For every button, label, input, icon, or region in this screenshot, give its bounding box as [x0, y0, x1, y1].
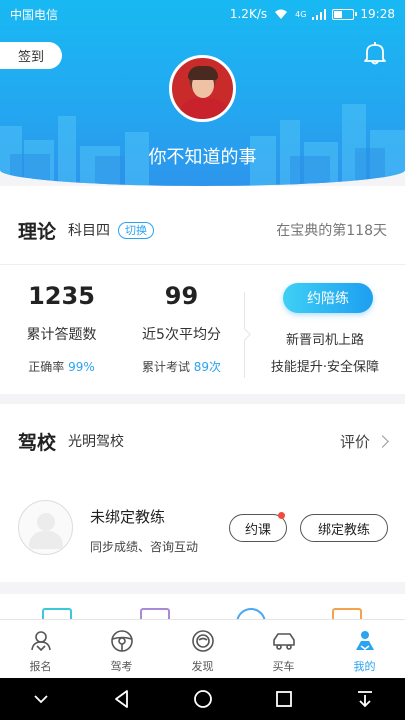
bind-coach-button[interactable]: 绑定教练 [300, 514, 388, 542]
divider [0, 264, 405, 265]
average-score-label: 近5次平均分 [142, 327, 221, 343]
coach-description: 同步成绩、咨询互动 [90, 540, 199, 554]
promo-line-1: 新晋司机上路 [285, 333, 364, 348]
wifi-icon [275, 9, 288, 19]
book-lesson-label: 约课 [244, 522, 271, 538]
system-navigation-bar [0, 678, 405, 720]
tab-mine[interactable]: 我的 [324, 620, 405, 678]
tab-discover[interactable]: 发现 [162, 620, 243, 678]
coach-status: 未绑定教练 [90, 508, 166, 526]
user-avatar[interactable] [169, 55, 236, 122]
stat-divider [244, 292, 245, 378]
tab-label: 我的 [353, 660, 376, 673]
notification-shade-icon[interactable] [354, 688, 376, 710]
network-speed: 1.2K/s [229, 7, 268, 21]
checkin-button[interactable]: 签到 [0, 42, 62, 69]
average-score: 99 [164, 282, 199, 310]
answered-count: 1235 [28, 282, 95, 310]
tab-label: 驾考 [110, 660, 133, 673]
clock-time: 19:28 [360, 7, 395, 21]
network-type: 4G [295, 9, 307, 19]
answered-label: 累计答题数 [26, 327, 97, 343]
accuracy-value: 99% [68, 360, 95, 374]
discover-icon [191, 630, 214, 652]
coach-avatar-placeholder [18, 500, 73, 555]
promo-line-2: 技能提升·安全保障 [270, 360, 380, 375]
tab-driving-exam[interactable]: 驾考 [81, 620, 162, 678]
chevron-right-icon [376, 434, 389, 448]
switch-subject-button[interactable]: 切换 [118, 221, 155, 239]
tab-buy-car[interactable]: 买车 [243, 620, 324, 678]
book-practice-partner-button[interactable]: 约陪练 [283, 283, 373, 313]
theory-title: 理论 [18, 220, 57, 243]
school-title: 驾校 [18, 431, 57, 454]
school-name: 光明驾校 [68, 434, 125, 450]
battery-icon [332, 8, 358, 20]
school-header[interactable]: 驾校 光明驾校 评价 [0, 424, 405, 458]
recents-icon[interactable] [273, 688, 295, 710]
notification-bell-icon[interactable] [363, 40, 387, 66]
rate-label: 评价 [339, 432, 370, 451]
rate-school-link[interactable]: 评价 [339, 431, 389, 452]
signal-icon [312, 8, 327, 20]
home-icon[interactable] [192, 688, 214, 710]
average-score-stat[interactable]: 99 近5次平均分 累计考试 89次 [134, 282, 229, 375]
car-icon [272, 633, 295, 650]
days-in-app: 在宝典的第118天 [276, 223, 387, 239]
profile-icon [355, 631, 374, 650]
chevron-down-icon[interactable] [30, 688, 52, 710]
status-bar: 中国电信 1.2K/s 4G 19:28 [0, 0, 405, 28]
notification-dot [278, 512, 285, 519]
tab-label: 报名 [29, 660, 52, 673]
tab-label: 买车 [272, 660, 295, 673]
book-lesson-button[interactable]: 约课 [229, 512, 287, 542]
signup-icon [30, 631, 51, 652]
tab-signup[interactable]: 报名 [0, 620, 81, 678]
steering-wheel-icon [110, 630, 133, 652]
username: 你不知道的事 [148, 147, 257, 168]
back-icon[interactable] [111, 688, 133, 710]
theory-header: 理论 科目四 切换 在宝典的第118天 [0, 210, 405, 250]
subject-label: 科目四 [68, 223, 111, 239]
accuracy-text: 正确率 99% [28, 360, 95, 374]
exam-count-value: 89次 [193, 360, 222, 374]
tab-label: 发现 [191, 660, 214, 673]
bottom-tab-bar: 报名 驾考 发现 买车 我的 [0, 619, 405, 678]
answered-stat[interactable]: 1235 累计答题数 正确率 99% [14, 282, 109, 375]
theory-card: 理论 科目四 切换 在宝典的第118天 1235 累计答题数 正确率 99% 9… [0, 186, 405, 394]
driving-school-card: 驾校 光明驾校 评价 未绑定教练 同步成绩、咨询互动 约课 绑定教练 [0, 404, 405, 582]
carrier-name: 中国电信 [10, 7, 59, 22]
exam-count-text: 累计考试 89次 [141, 360, 222, 374]
